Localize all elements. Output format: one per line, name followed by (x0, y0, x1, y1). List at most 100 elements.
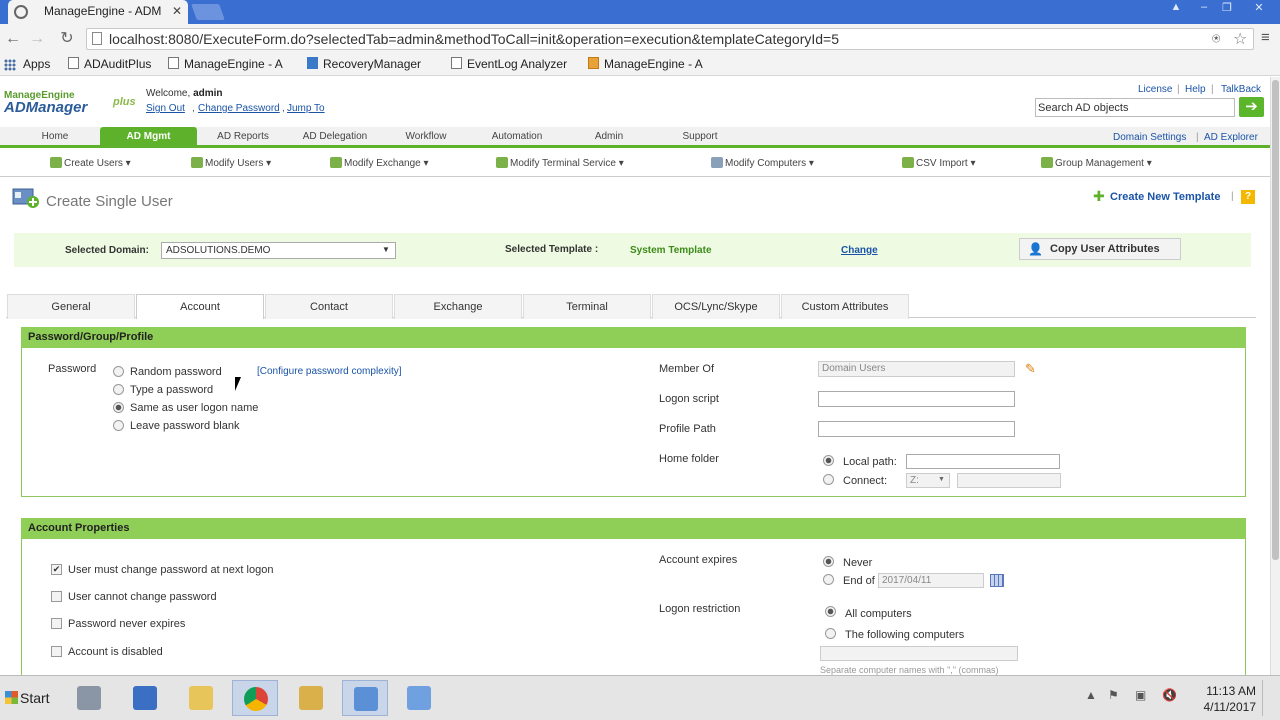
bookmark-recoverymanager[interactable]: RecoveryManager (307, 57, 421, 71)
taskbar-app-7[interactable] (396, 680, 442, 716)
tab-close-icon[interactable]: ✕ (172, 4, 182, 18)
configure-password-complexity-link[interactable]: [Configure password complexity] (257, 366, 402, 377)
help-link[interactable]: Help (1185, 84, 1206, 95)
bookmark-eventlog[interactable]: EventLog Analyzer (451, 57, 567, 71)
nav-home[interactable]: Home (26, 127, 84, 148)
volume-muted-icon[interactable]: 🔇 (1162, 688, 1177, 702)
random-password-radio[interactable] (113, 366, 124, 377)
account-disabled-checkbox[interactable] (51, 646, 62, 657)
bookmark-star-icon[interactable]: ☆ (1233, 29, 1247, 49)
bookmark-manageengine-1[interactable]: ManageEngine - A (168, 57, 283, 71)
forward-icon[interactable]: → (26, 29, 48, 49)
nav-admin[interactable]: Admin (575, 127, 643, 148)
connect-radio[interactable] (823, 474, 834, 485)
network-icon[interactable]: ▣ (1135, 688, 1146, 702)
bookmark-apps[interactable]: Apps (23, 57, 50, 71)
nav-ad-reports[interactable]: AD Reports (206, 127, 280, 148)
never-expires-radio[interactable] (823, 556, 834, 567)
tab-contact[interactable]: Contact (265, 294, 393, 319)
license-link[interactable]: License (1138, 84, 1172, 95)
ad-explorer-link[interactable]: AD Explorer (1204, 132, 1258, 143)
edit-pencil-icon[interactable]: ✎ (1025, 361, 1036, 377)
back-icon[interactable]: ← (2, 29, 24, 49)
taskbar-app-5[interactable] (288, 680, 334, 716)
calendar-icon[interactable] (990, 574, 1004, 587)
change-password-link[interactable]: Change Password (198, 103, 280, 114)
search-input[interactable]: Search AD objects (1035, 98, 1235, 117)
subnav-modify-terminal[interactable]: Modify Terminal Service ▾ (496, 157, 624, 169)
tab-exchange[interactable]: Exchange (394, 294, 522, 319)
bookmark-adauditplus[interactable]: ADAuditPlus (68, 57, 151, 71)
apps-grid-icon[interactable] (4, 59, 16, 71)
change-template-link[interactable]: Change (841, 245, 878, 256)
nav-ad-mgmt[interactable]: AD Mgmt (100, 127, 197, 148)
help-icon[interactable]: ? (1241, 190, 1255, 204)
tab-account[interactable]: Account (136, 294, 264, 319)
jump-to-link[interactable]: Jump To (287, 103, 325, 114)
end-of-date-field[interactable]: 2017/04/11 (878, 573, 984, 588)
taskbar-chrome[interactable] (232, 680, 278, 716)
restore-icon[interactable]: ❐ (1216, 1, 1238, 14)
end-of-radio[interactable] (823, 574, 834, 585)
taskbar-app-6[interactable] (342, 680, 388, 716)
all-computers-radio[interactable] (825, 606, 836, 617)
following-computers-radio[interactable] (825, 628, 836, 639)
show-desktop-button[interactable] (1262, 680, 1278, 716)
extension-icon[interactable]: ⍟ (1212, 30, 1220, 47)
user-icon[interactable]: ▲ (1165, 1, 1187, 13)
subnav-modify-computers[interactable]: Modify Computers ▾ (711, 157, 814, 169)
computers-list-field[interactable] (820, 646, 1018, 661)
taskbar-explorer[interactable] (178, 680, 224, 716)
talkback-link[interactable]: TalkBack (1221, 84, 1261, 95)
separator: | (1211, 84, 1214, 95)
create-new-template-link[interactable]: Create New Template (1110, 191, 1220, 203)
dropdown-arrow-icon[interactable]: ▼ (382, 245, 390, 254)
menu-icon[interactable]: ≡ (1261, 29, 1270, 46)
address-bar[interactable]: localhost:8080/ExecuteForm.do?selectedTa… (86, 28, 1254, 50)
tab-terminal[interactable]: Terminal (523, 294, 651, 319)
page-info-icon[interactable] (92, 32, 102, 45)
subnav-modify-users[interactable]: Modify Users ▾ (191, 157, 271, 169)
nav-support[interactable]: Support (665, 127, 735, 148)
reload-icon[interactable]: ↻ (56, 29, 78, 49)
dropdown-arrow-icon[interactable]: ▼ (938, 476, 945, 483)
nav-ad-delegation[interactable]: AD Delegation (290, 127, 380, 148)
same-as-logon-radio[interactable] (113, 402, 124, 413)
taskbar-server-manager[interactable] (66, 680, 112, 716)
copy-user-attributes-button[interactable]: Copy User Attributes (1019, 238, 1181, 260)
new-tab-button[interactable] (191, 4, 225, 20)
leave-blank-radio[interactable] (113, 420, 124, 431)
type-password-radio[interactable] (113, 384, 124, 395)
sign-out-link[interactable]: Sign Out (146, 103, 185, 114)
flag-icon[interactable]: ⚑ (1108, 688, 1119, 702)
connect-path-field[interactable] (957, 473, 1061, 488)
minimize-icon[interactable]: – (1193, 1, 1215, 13)
subnav-modify-exchange[interactable]: Modify Exchange ▾ (330, 157, 429, 169)
close-window-icon[interactable]: ✕ (1248, 1, 1270, 14)
bookmark-manageengine-2[interactable]: ManageEngine - A (588, 57, 703, 71)
tab-general[interactable]: General (7, 294, 135, 319)
local-path-field[interactable] (906, 454, 1060, 469)
tab-ocs-lync-skype[interactable]: OCS/Lync/Skype (652, 294, 780, 319)
tab-custom-attributes[interactable]: Custom Attributes (781, 294, 909, 319)
must-change-password-checkbox[interactable]: ✔ (51, 564, 62, 575)
password-never-expires-checkbox[interactable] (51, 618, 62, 629)
taskbar-powershell[interactable] (122, 680, 168, 716)
domain-select[interactable]: ADSOLUTIONS.DEMO (161, 242, 396, 259)
clock[interactable]: 11:13 AM 4/11/2017 (1186, 683, 1257, 715)
nav-workflow[interactable]: Workflow (391, 127, 461, 148)
domain-settings-link[interactable]: Domain Settings (1113, 132, 1186, 143)
subnav-group-management[interactable]: Group Management ▾ (1041, 157, 1152, 169)
search-go-icon[interactable]: ➔ (1239, 97, 1264, 117)
logon-script-field[interactable] (818, 391, 1015, 407)
local-path-radio[interactable] (823, 455, 834, 466)
browser-tab[interactable]: ManageEngine - ADM (8, 0, 188, 24)
member-of-field[interactable]: Domain Users (818, 361, 1015, 377)
scrollbar-thumb[interactable] (1272, 80, 1279, 560)
show-hidden-icons[interactable]: ▲ (1085, 688, 1097, 702)
cannot-change-password-checkbox[interactable] (51, 591, 62, 602)
subnav-csv-import[interactable]: CSV Import ▾ (902, 157, 976, 169)
nav-automation[interactable]: Automation (477, 127, 557, 148)
subnav-create-users[interactable]: Create Users ▾ (50, 157, 131, 169)
profile-path-field[interactable] (818, 421, 1015, 437)
